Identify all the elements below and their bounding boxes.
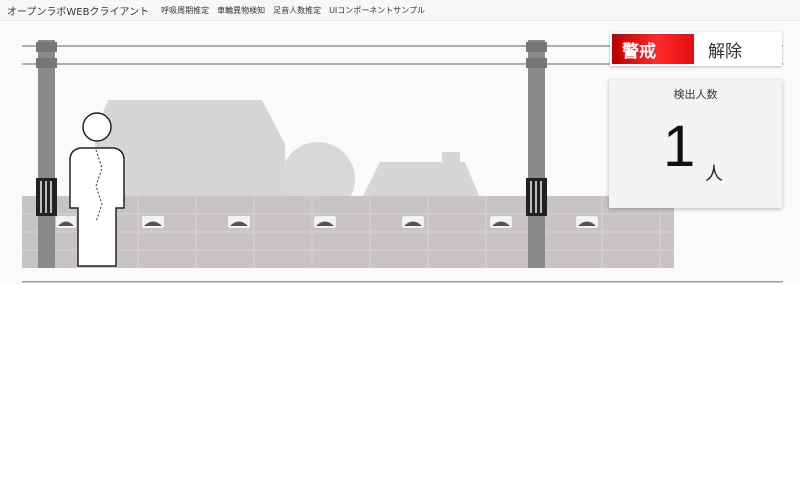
release-button[interactable]: 解除 [694,32,782,66]
utility-pole-right [528,40,545,268]
nav-link-breathing[interactable]: 呼吸周期推定 [161,5,209,16]
app-brand[interactable]: オープンラボWEBクライアント [7,3,149,18]
nav-link-footstep[interactable]: 足音人数推定 [273,5,321,16]
people-count-card: 検出人数 1 人 [609,80,782,208]
count-title: 検出人数 [673,88,718,101]
utility-pole-left [38,40,55,268]
nav-link-ui-sample[interactable]: UIコンポーネントサンプル [329,5,425,16]
navbar: オープンラボWEBクライアント 呼吸周期推定 車輪異物検知 足音人数推定 UIコ… [0,0,800,21]
ground-line [22,281,783,283]
alert-panel: 警戒 解除 [610,32,782,66]
count-unit: 人 [705,164,723,185]
count-value: 1 [663,114,696,179]
nav-link-wheel[interactable]: 車輪異物検知 [217,5,265,16]
car-shape [362,162,480,198]
alert-status-badge: 警戒 [612,34,694,64]
